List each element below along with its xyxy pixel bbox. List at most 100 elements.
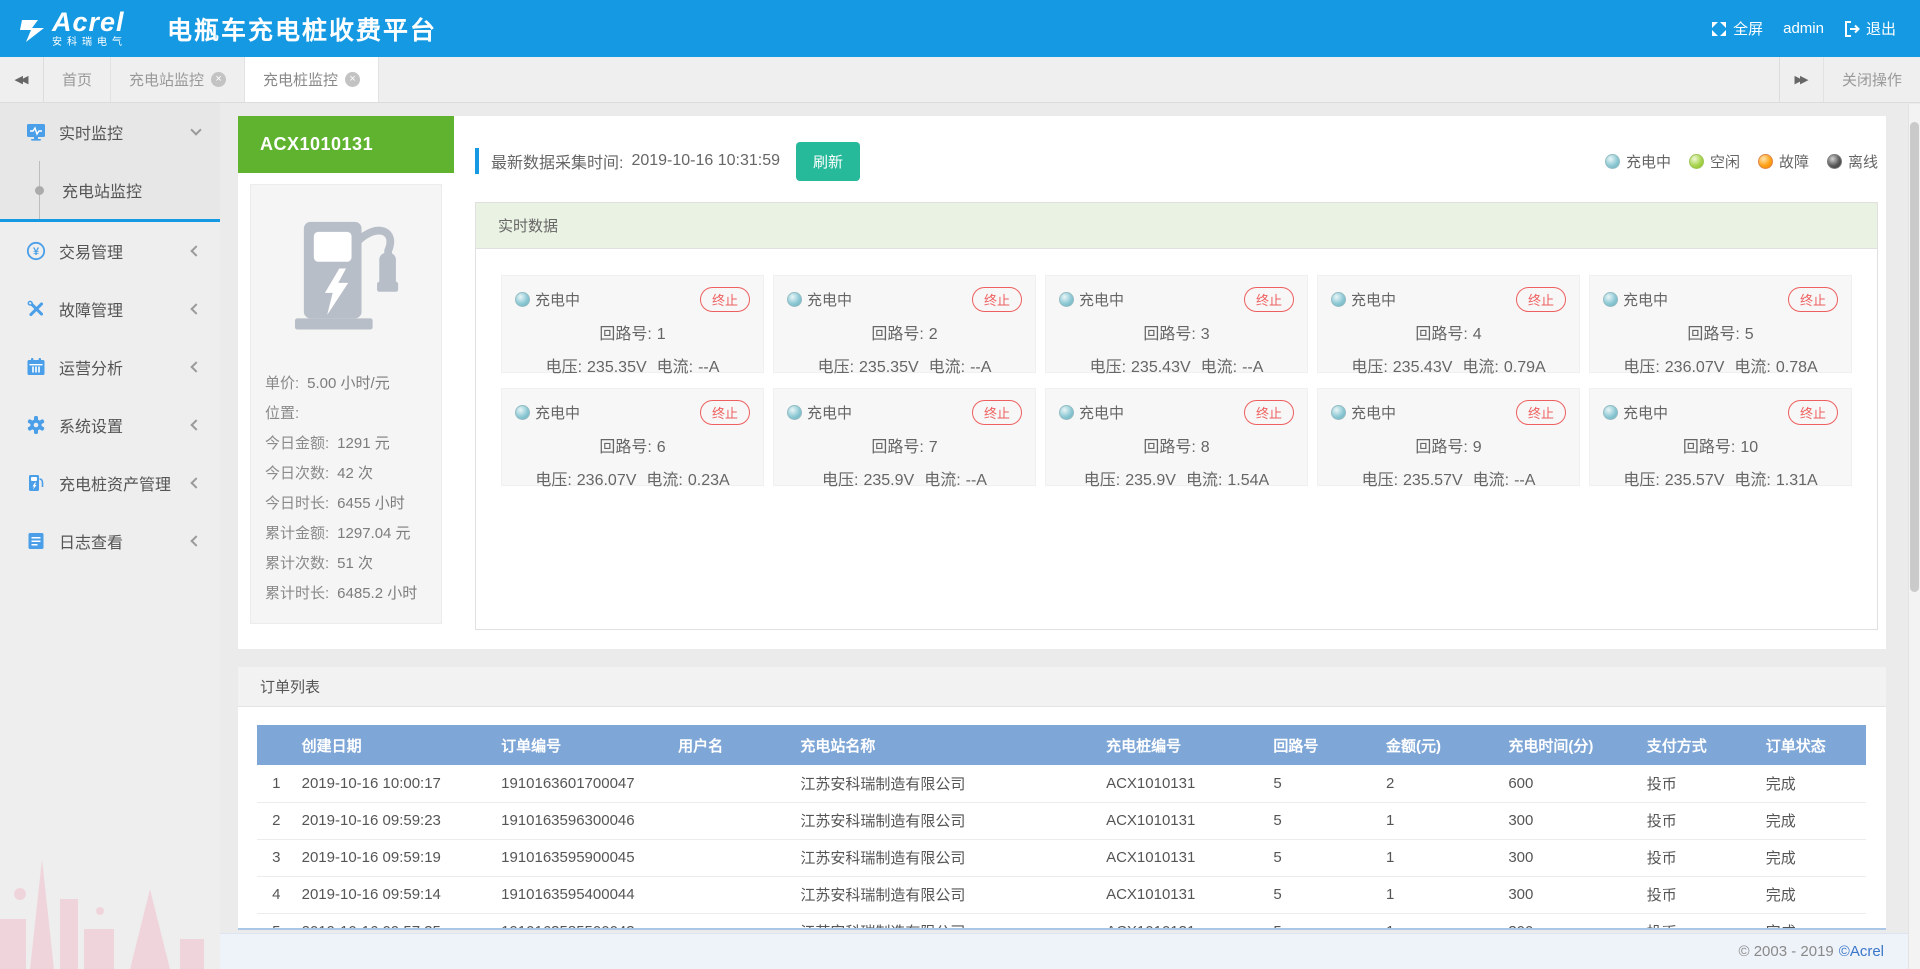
legend-charging: 充电中 xyxy=(1605,151,1671,172)
tab-close-icon[interactable]: × xyxy=(345,72,360,87)
scrollbar-thumb[interactable] xyxy=(1910,122,1919,592)
circuit-values: 电压:235.35V电流:--A xyxy=(515,353,750,377)
circuit-status-label: 充电中 xyxy=(1623,402,1668,423)
sidebar-subitem-label: 充电站监控 xyxy=(62,178,142,202)
tools-icon xyxy=(26,299,46,319)
fullscreen-button[interactable]: 全屏 xyxy=(1711,18,1763,39)
tabs-scroll-left-button[interactable]: ◀◀ xyxy=(0,57,44,102)
page-title: 电瓶车充电桩收费平台 xyxy=(167,11,437,47)
collect-time-value: 2019-10-16 10:31:59 xyxy=(631,152,780,170)
sidebar-item-transactions[interactable]: ¥ 交易管理 xyxy=(0,222,220,280)
stat-today-amount: 今日金额:1291 元 xyxy=(265,429,427,459)
refresh-button[interactable]: 刷新 xyxy=(796,142,860,181)
circuit-number: 回路号:2 xyxy=(787,320,1022,344)
order-list-title: 订单列表 xyxy=(238,667,1886,707)
column-create-date: 创建日期 xyxy=(296,725,496,765)
terminate-button[interactable]: 终止 xyxy=(700,400,750,425)
table-row: 32019-10-16 09:59:191910163595900045江苏安科… xyxy=(257,839,1866,876)
terminate-button[interactable]: 终止 xyxy=(1516,400,1566,425)
table-cell: 3 xyxy=(257,839,296,876)
svg-text:¥: ¥ xyxy=(33,246,40,258)
circuit-card: 充电中终止回路号:6电压:236.07V电流:0.23A xyxy=(501,388,764,486)
chevron-down-icon xyxy=(190,124,201,135)
table-cell: ACX1010131 xyxy=(1100,876,1267,913)
terminate-button[interactable]: 终止 xyxy=(1788,400,1838,425)
fault-status-icon xyxy=(1758,154,1773,169)
legend-offline: 离线 xyxy=(1827,151,1878,172)
tabs-scroll-right-button[interactable]: ▶▶ xyxy=(1779,57,1823,102)
table-cell: 2019-10-16 09:59:23 xyxy=(296,802,496,839)
accent-bar xyxy=(475,148,479,174)
calendar-icon xyxy=(26,357,46,377)
table-cell: 300 xyxy=(1502,802,1640,839)
sidebar-item-operation-analysis[interactable]: 运营分析 xyxy=(0,338,220,396)
charging-status-icon xyxy=(787,405,802,420)
charging-status-icon xyxy=(787,292,802,307)
terminate-button[interactable]: 终止 xyxy=(972,400,1022,425)
acrel-logo-icon xyxy=(18,14,48,44)
table-cell: 300 xyxy=(1502,839,1640,876)
column-index xyxy=(257,725,296,765)
table-cell: 投币 xyxy=(1641,876,1760,913)
circuit-card: 充电中终止回路号:3电压:235.43V电流:--A xyxy=(1045,275,1308,373)
terminate-button[interactable]: 终止 xyxy=(972,287,1022,312)
table-row: 52019-10-16 09:57:351910163585500043江苏安科… xyxy=(257,913,1866,930)
table-cell: 1 xyxy=(257,765,296,802)
terminate-button[interactable]: 终止 xyxy=(1244,400,1294,425)
close-operations-button[interactable]: 关闭操作 xyxy=(1823,57,1920,102)
chevron-left-icon xyxy=(190,303,201,314)
sidebar-item-realtime-monitor[interactable]: 实时监控 xyxy=(0,103,220,161)
footer-brand-link[interactable]: ©Acrel xyxy=(1839,943,1884,960)
user-menu[interactable]: admin xyxy=(1783,20,1824,37)
terminate-button[interactable]: 终止 xyxy=(700,287,750,312)
table-cell: 5 xyxy=(257,913,296,930)
table-cell: 江苏安科瑞制造有限公司 xyxy=(794,913,1100,930)
chevron-left-icon xyxy=(190,245,201,256)
sidebar-item-log-viewer[interactable]: 日志查看 xyxy=(0,512,220,570)
legend-fault: 故障 xyxy=(1758,151,1809,172)
circuit-card: 充电中终止回路号:8电压:235.9V电流:1.54A xyxy=(1045,388,1308,486)
table-cell: 1 xyxy=(1380,913,1502,930)
sidebar-item-pile-assets[interactable]: 充电桩资产管理 xyxy=(0,454,220,512)
submenu-dot-icon xyxy=(35,186,44,195)
status-legend: 充电中 空闲 故障 xyxy=(1605,151,1878,172)
table-row: 22019-10-16 09:59:231910163596300046江苏安科… xyxy=(257,802,1866,839)
column-pile-number: 充电桩编号 xyxy=(1100,725,1267,765)
tab-home[interactable]: 首页 xyxy=(44,57,111,102)
table-cell: 5 xyxy=(1267,802,1380,839)
circuit-card: 充电中终止回路号:2电压:235.35V电流:--A xyxy=(773,275,1036,373)
table-cell: 5 xyxy=(1267,913,1380,930)
circuit-status-label: 充电中 xyxy=(1079,289,1124,310)
stat-total-amount: 累计金额:1297.04 元 xyxy=(265,519,427,549)
table-cell: 江苏安科瑞制造有限公司 xyxy=(794,765,1100,802)
tab-pile-monitor[interactable]: 充电桩监控 × xyxy=(245,57,379,102)
circuit-card: 充电中终止回路号:4电压:235.43V电流:0.79A xyxy=(1317,275,1580,373)
sidebar-item-system-settings[interactable]: 系统设置 xyxy=(0,396,220,454)
terminate-button[interactable]: 终止 xyxy=(1516,287,1566,312)
circuit-values: 电压:235.43V电流:0.79A xyxy=(1331,353,1566,377)
terminate-button[interactable]: 终止 xyxy=(1788,287,1838,312)
table-cell: 完成 xyxy=(1760,876,1866,913)
fullscreen-icon xyxy=(1711,21,1727,37)
table-cell: 1910163596300046 xyxy=(495,802,672,839)
app-root: Acrel 安科瑞电气 电瓶车充电桩收费平台 全屏 admin xyxy=(0,0,1920,969)
chevron-left-icon xyxy=(190,419,201,430)
table-cell: 2019-10-16 09:59:14 xyxy=(296,876,496,913)
terminate-button[interactable]: 终止 xyxy=(1244,287,1294,312)
tab-close-icon[interactable]: × xyxy=(211,72,226,87)
circuit-status-label: 充电中 xyxy=(807,289,852,310)
tab-station-monitor[interactable]: 充电站监控 × xyxy=(111,57,245,102)
column-station-name: 充电站名称 xyxy=(794,725,1100,765)
sidebar-item-label: 实时监控 xyxy=(59,120,192,144)
circuit-card-grid: 充电中终止回路号:1电压:235.35V电流:--A充电中终止回路号:2电压:2… xyxy=(476,249,1877,486)
table-row: 42019-10-16 09:59:141910163595400044江苏安科… xyxy=(257,876,1866,913)
idle-status-icon xyxy=(1689,154,1704,169)
table-cell: 完成 xyxy=(1760,765,1866,802)
sidebar-item-station-monitor[interactable]: 充电站监控 xyxy=(0,161,220,219)
circuit-number: 回路号:7 xyxy=(787,433,1022,457)
circuit-number: 回路号:5 xyxy=(1603,320,1838,344)
sidebar-item-fault-management[interactable]: 故障管理 xyxy=(0,280,220,338)
circuit-number: 回路号:6 xyxy=(515,433,750,457)
logout-button[interactable]: 退出 xyxy=(1844,18,1896,39)
table-cell: 完成 xyxy=(1760,913,1866,930)
